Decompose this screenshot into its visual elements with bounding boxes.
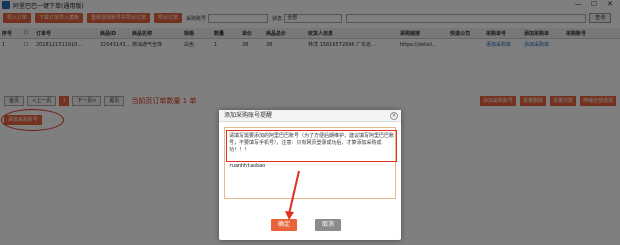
add-account-dialog: 添加采购账号提醒 × 请填写需要添加的阿里巴巴账号（为了方便后期维护，建议填写阿… — [219, 110, 401, 240]
pointer-arrow-icon — [285, 170, 300, 220]
